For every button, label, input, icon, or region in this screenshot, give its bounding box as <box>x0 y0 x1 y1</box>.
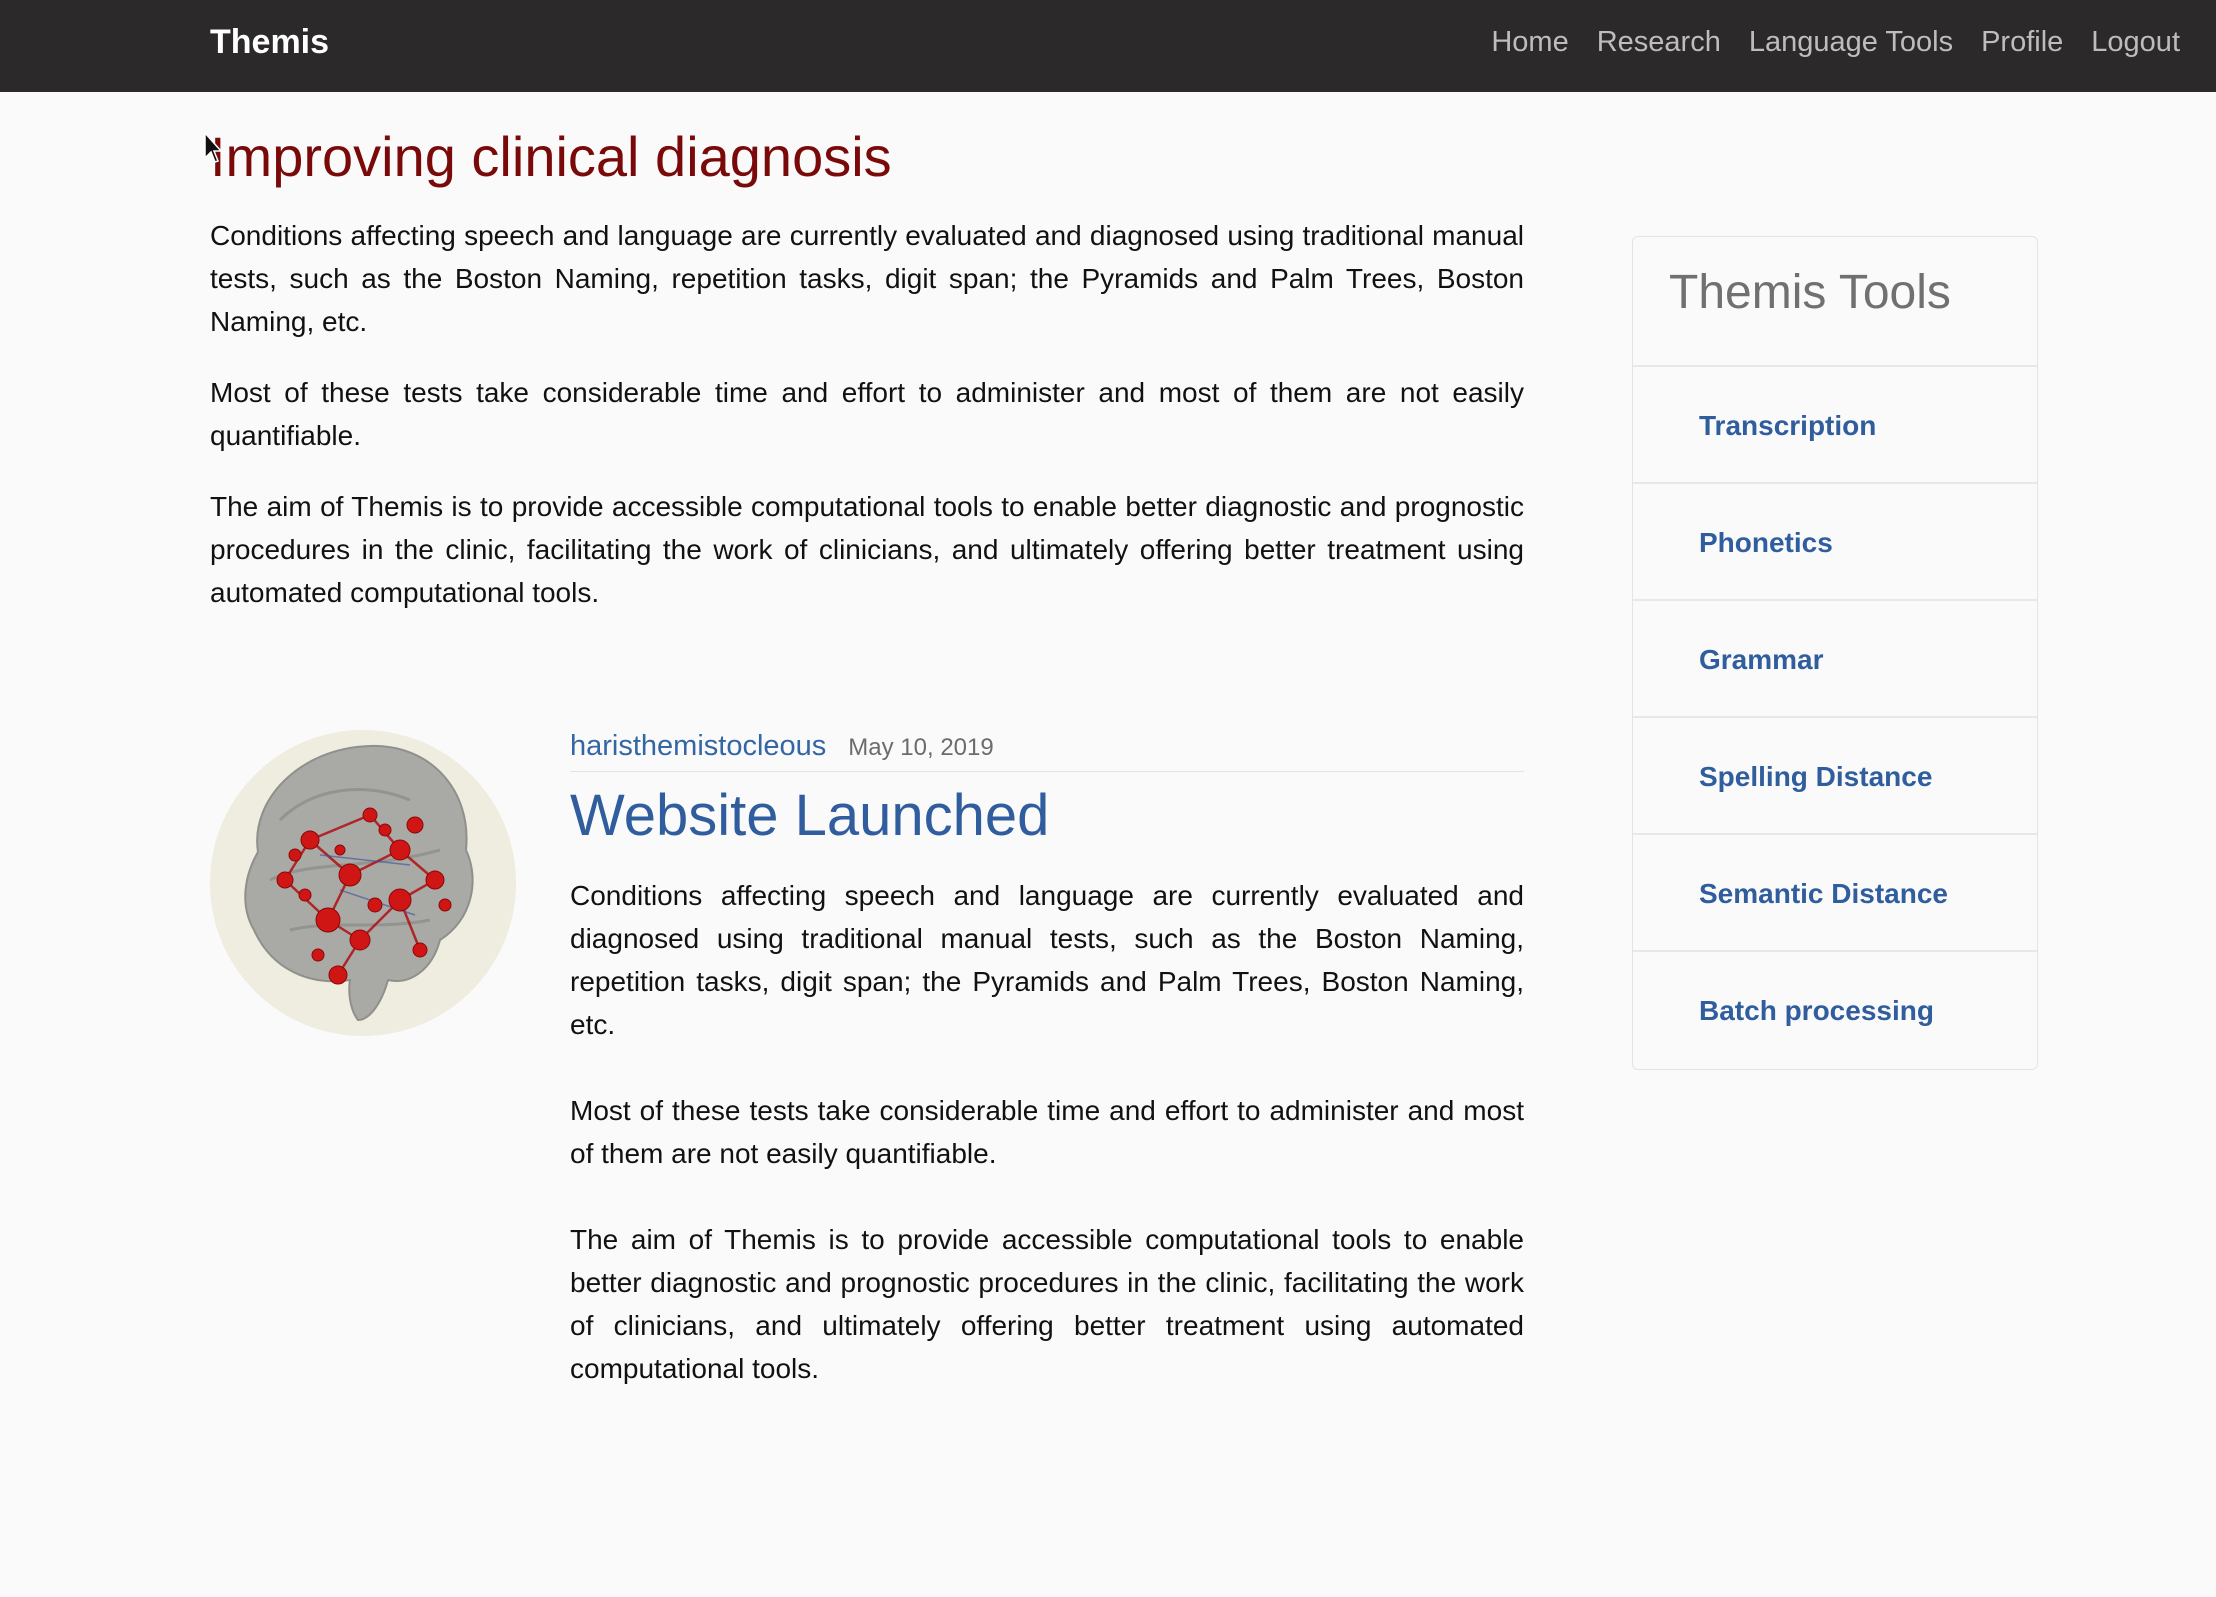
post-title-link[interactable]: Website Launched <box>570 782 1524 850</box>
brand-link[interactable]: Themis <box>210 20 329 64</box>
nav-research-link[interactable]: Research <box>1583 20 1735 64</box>
tool-transcription-link[interactable]: Transcription <box>1633 367 2037 484</box>
tool-phonetics-link[interactable]: Phonetics <box>1633 484 2037 601</box>
nav-home-link[interactable]: Home <box>1477 20 1582 64</box>
intro-paragraph: Conditions affecting speech and language… <box>210 220 1524 337</box>
mouse-cursor-icon <box>204 132 222 163</box>
brain-network-image <box>210 730 516 1036</box>
post-meta: haristhemistocleous May 10, 2019 <box>570 730 1524 772</box>
tool-spelling-distance-link[interactable]: Spelling Distance <box>1633 718 2037 835</box>
top-navbar: Themis Home Research Language Tools Prof… <box>0 0 2216 92</box>
post-paragraph: The aim of Themis is to provide accessib… <box>570 1224 1524 1384</box>
intro-paragraph: The aim of Themis is to provide accessib… <box>210 491 1524 608</box>
post-article: haristhemistocleous May 10, 2019 Website… <box>570 730 1524 1433</box>
intro-section: Conditions affecting speech and language… <box>210 214 1524 642</box>
post-date: May 10, 2019 <box>848 734 994 761</box>
nav-language-tools-link[interactable]: Language Tools <box>1735 20 1967 64</box>
page-title: Improving clinical diagnosis <box>210 125 892 188</box>
tool-grammar-link[interactable]: Grammar <box>1633 601 2037 718</box>
tool-semantic-distance-link[interactable]: Semantic Distance <box>1633 835 2037 952</box>
intro-paragraph: Most of these tests take considerable ti… <box>210 377 1524 451</box>
post-author-avatar[interactable] <box>210 730 516 1036</box>
sidebar-title: Themis Tools <box>1633 237 2037 367</box>
tool-batch-processing-link[interactable]: Batch processing <box>1633 952 2037 1069</box>
post-author-link[interactable]: haristhemistocleous <box>570 730 826 763</box>
post-paragraph: Most of these tests take considerable ti… <box>570 1095 1524 1169</box>
tools-sidebar: Themis Tools Transcription Phonetics Gra… <box>1632 236 2038 1070</box>
post-paragraph: Conditions affecting speech and language… <box>570 880 1524 1040</box>
nav-logout-link[interactable]: Logout <box>2077 20 2194 64</box>
nav-profile-link[interactable]: Profile <box>1967 20 2077 64</box>
nav-links: Home Research Language Tools Profile Log… <box>1477 20 2194 64</box>
